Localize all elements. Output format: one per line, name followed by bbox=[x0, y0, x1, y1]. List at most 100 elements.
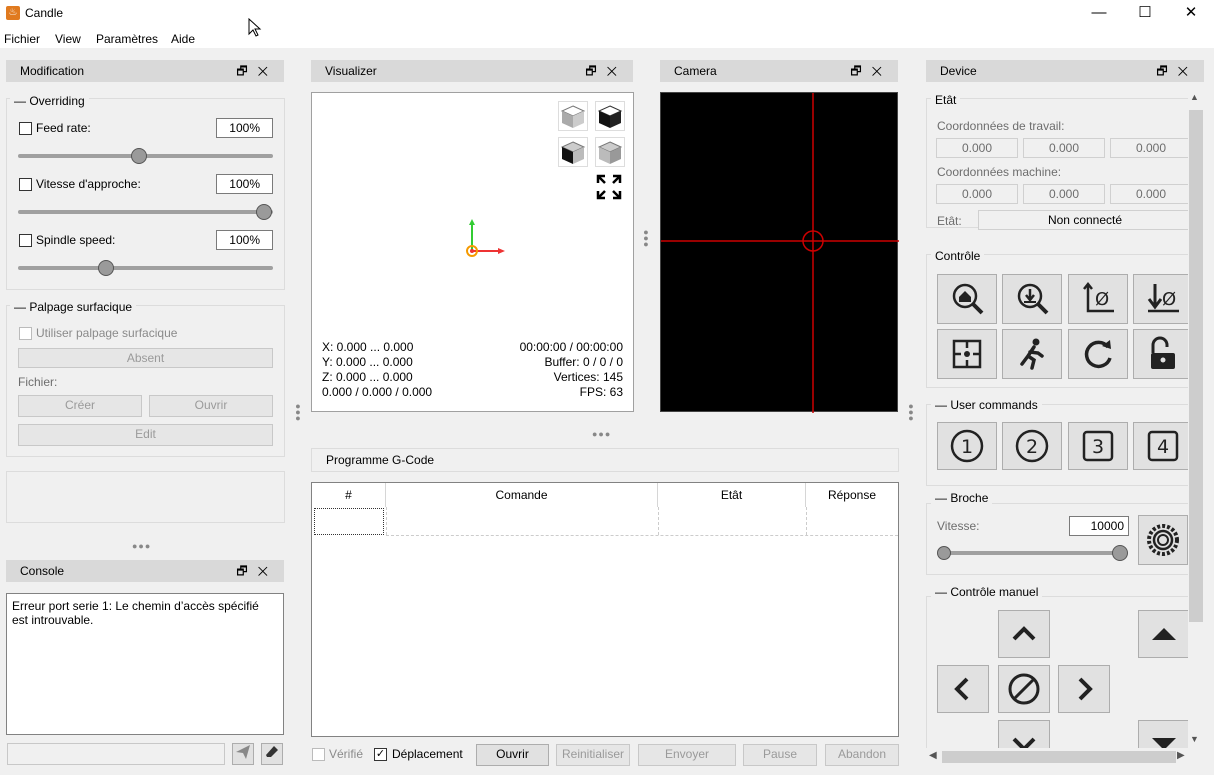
x-range: X: 0.000 ... 0.000 bbox=[322, 340, 414, 354]
running-man-icon bbox=[1020, 338, 1044, 370]
view-front-button[interactable] bbox=[558, 137, 588, 167]
reset-button[interactable]: Reinitialiser bbox=[556, 744, 630, 766]
view-iso-button[interactable] bbox=[558, 101, 588, 131]
spindle-speed-input[interactable]: 100% bbox=[216, 230, 273, 250]
user-command-4-button[interactable]: 4 bbox=[1133, 422, 1188, 470]
view-left-button[interactable] bbox=[595, 137, 625, 167]
spindle-slider-max-handle[interactable] bbox=[1112, 545, 1128, 561]
zero-xy-button[interactable]: Ø bbox=[1068, 274, 1128, 324]
feed-rate-slider-handle[interactable] bbox=[131, 148, 147, 164]
overriding-header[interactable]: — Overriding bbox=[10, 94, 89, 108]
abort-button[interactable]: Abandon bbox=[825, 744, 899, 766]
manual-control-header[interactable]: — Contrôle manuel bbox=[931, 585, 1043, 599]
splitter-handle-mid[interactable]: ● ● ● bbox=[642, 228, 650, 249]
camera-crosshair-icon bbox=[661, 93, 899, 413]
zero-z-button[interactable]: Ø bbox=[1133, 274, 1188, 324]
table-row-selected-cell[interactable] bbox=[314, 508, 384, 535]
unlock-button[interactable] bbox=[1133, 329, 1188, 379]
column-header-number[interactable]: # bbox=[312, 483, 386, 507]
dock-float-close-icons[interactable]: 🗗✕ bbox=[585, 60, 627, 82]
splitter-handle[interactable]: ●●● bbox=[132, 541, 151, 551]
approach-speed-slider-handle[interactable] bbox=[256, 204, 272, 220]
verified-checkbox[interactable] bbox=[312, 748, 325, 761]
broche-header[interactable]: — Broche bbox=[931, 491, 993, 505]
dock-float-close-icons[interactable]: 🗗✕ bbox=[236, 560, 278, 582]
safe-position-button[interactable] bbox=[1002, 329, 1062, 379]
approach-speed-input[interactable]: 100% bbox=[216, 174, 273, 194]
feed-rate-input[interactable]: 100% bbox=[216, 118, 273, 138]
column-header-command[interactable]: Comande bbox=[386, 483, 658, 507]
gcode-table[interactable]: # Comande Etât Réponse bbox=[311, 482, 899, 737]
visualizer-coords: X: 0.000 ... 0.000 Y: 0.000 ... 0.000 Z:… bbox=[322, 340, 432, 400]
console-command-input[interactable] bbox=[7, 743, 225, 765]
user-command-2-button[interactable]: 2 bbox=[1002, 422, 1062, 470]
jog-stop-button[interactable] bbox=[998, 665, 1050, 713]
palpage-header[interactable]: — Palpage surfacique bbox=[10, 300, 137, 314]
splitter-handle-center[interactable]: ●●● bbox=[592, 429, 611, 439]
restore-origin-button[interactable] bbox=[937, 329, 997, 379]
scroll-right-arrow-icon[interactable]: ▶ bbox=[1177, 750, 1185, 761]
dock-float-close-icons[interactable]: 🗗✕ bbox=[236, 60, 278, 82]
console-output[interactable]: Erreur port serie 1: Le chemin d’accès s… bbox=[6, 593, 284, 735]
menu-fichier[interactable]: Fichier bbox=[4, 32, 40, 46]
vertical-scrollbar-thumb[interactable] bbox=[1189, 110, 1203, 622]
send-command-button[interactable] bbox=[232, 743, 254, 765]
close-button[interactable]: ✕ bbox=[1168, 0, 1214, 28]
use-probe-checkbox[interactable] bbox=[19, 327, 32, 340]
approach-speed-slider-track[interactable] bbox=[18, 210, 273, 214]
view-top-button[interactable] bbox=[595, 101, 625, 131]
home-button[interactable] bbox=[937, 274, 997, 324]
work-x: 0.000 bbox=[936, 138, 1018, 158]
reset-machine-button[interactable] bbox=[1068, 329, 1128, 379]
reset-circle-icon bbox=[1084, 340, 1112, 369]
dock-float-close-icons[interactable]: 🗗✕ bbox=[850, 60, 892, 82]
deplacement-checkbox[interactable]: ✓ bbox=[374, 748, 387, 761]
spindle-speed-value[interactable]: 10000 bbox=[1069, 516, 1129, 536]
dock-float-close-icons[interactable]: 🗗✕ bbox=[1156, 60, 1198, 82]
visualizer-canvas[interactable]: X: 0.000 ... 0.000 Y: 0.000 ... 0.000 Z:… bbox=[311, 92, 634, 412]
fit-view-button[interactable] bbox=[595, 173, 625, 203]
spindle-toggle-button[interactable] bbox=[1138, 515, 1188, 565]
spindle-speed-slider-handle[interactable] bbox=[98, 260, 114, 276]
pause-button[interactable]: Pause bbox=[743, 744, 817, 766]
send-button[interactable]: Envoyer bbox=[638, 744, 736, 766]
visualizer-dock-title: Visualizer 🗗✕ bbox=[311, 60, 633, 82]
open-file-button[interactable]: Ouvrir bbox=[476, 744, 549, 766]
user-commands-header[interactable]: — User commands bbox=[931, 398, 1042, 412]
maximize-button[interactable]: ☐ bbox=[1122, 0, 1168, 28]
create-button[interactable]: Créer bbox=[18, 395, 142, 417]
scroll-left-arrow-icon[interactable]: ◀ bbox=[929, 750, 937, 761]
scroll-down-arrow-icon[interactable]: ▼ bbox=[1190, 734, 1199, 744]
jog-z-plus-button[interactable] bbox=[1138, 610, 1188, 658]
spindle-slider-min-handle[interactable] bbox=[937, 546, 951, 560]
jog-x-plus-button[interactable] bbox=[1058, 665, 1110, 713]
menu-parametres[interactable]: Paramètres bbox=[96, 32, 158, 46]
spindle-slider-track[interactable] bbox=[938, 551, 1120, 555]
splitter-handle-right[interactable]: ● ● ● bbox=[907, 402, 915, 423]
user-command-3-button[interactable]: 3 bbox=[1068, 422, 1128, 470]
splitter-handle-left[interactable]: ● ● ● bbox=[294, 402, 302, 423]
jog-y-minus-button[interactable] bbox=[998, 720, 1050, 748]
menu-aide[interactable]: Aide bbox=[171, 32, 195, 46]
feed-rate-checkbox[interactable] bbox=[19, 122, 32, 135]
clear-console-button[interactable] bbox=[261, 743, 283, 765]
scroll-up-arrow-icon[interactable]: ▲ bbox=[1190, 92, 1199, 102]
minimize-button[interactable]: — bbox=[1076, 0, 1122, 28]
probe-z-button[interactable] bbox=[1002, 274, 1062, 324]
jog-z-minus-button[interactable] bbox=[1138, 720, 1188, 748]
camera-view[interactable] bbox=[660, 92, 899, 413]
user-command-1-button[interactable]: 1 bbox=[937, 422, 997, 470]
jog-x-minus-button[interactable] bbox=[937, 665, 989, 713]
jog-y-plus-button[interactable] bbox=[998, 610, 1050, 658]
open-probe-button[interactable]: Ouvrir bbox=[149, 395, 273, 417]
column-header-state[interactable]: Etât bbox=[658, 483, 806, 507]
spindle-speed-slider-track[interactable] bbox=[18, 266, 273, 270]
buffer-status: Buffer: 0 / 0 / 0 bbox=[544, 355, 624, 369]
spindle-speed-checkbox[interactable] bbox=[19, 234, 32, 247]
menu-view[interactable]: View bbox=[55, 32, 81, 46]
horizontal-scrollbar-thumb[interactable] bbox=[942, 751, 1176, 763]
approach-speed-checkbox[interactable] bbox=[19, 178, 32, 191]
edit-button[interactable]: Edit bbox=[18, 424, 273, 446]
column-header-response[interactable]: Réponse bbox=[806, 483, 898, 507]
probe-status-button[interactable]: Absent bbox=[18, 348, 273, 368]
